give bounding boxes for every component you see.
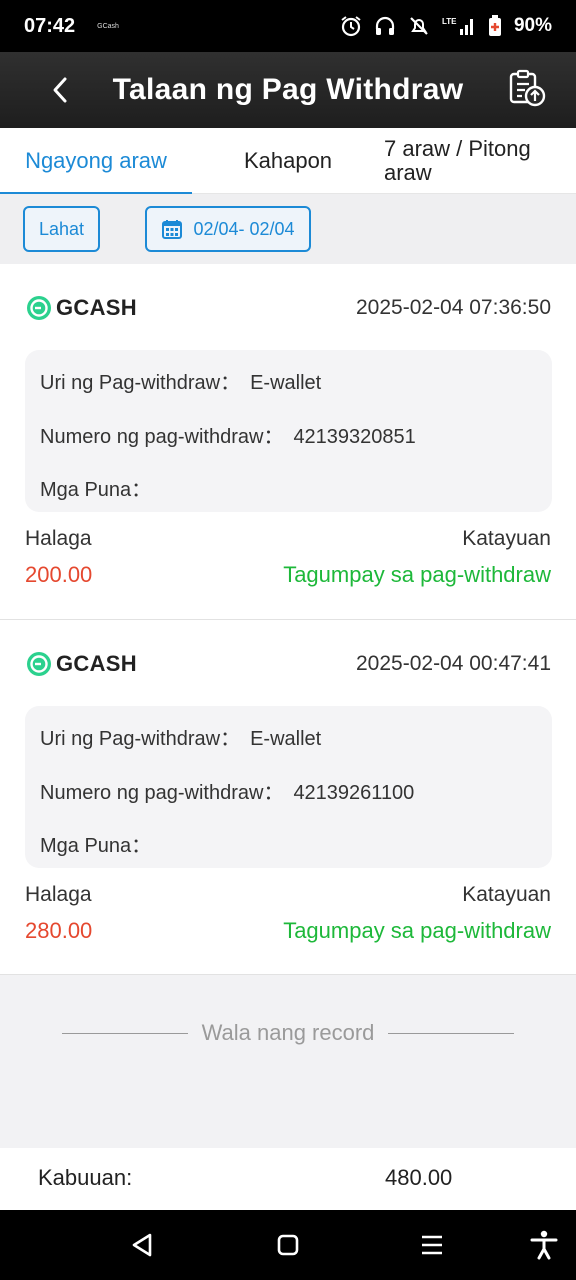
withdraw-number-label: Numero ng pag-withdraw： <box>40 426 284 448</box>
clipboard-upload-icon <box>509 69 546 107</box>
record-details: Uri ng Pag-withdraw： E-wallet Numero ng p… <box>25 350 552 512</box>
total-bar: Kabuuan: 480.00 <box>0 1148 576 1210</box>
record-datetime: 2025-02-04 00:47:41 <box>356 652 551 675</box>
home-square-icon <box>277 1234 299 1256</box>
date-range-button[interactable]: 02/04- 02/04 <box>145 206 311 252</box>
accessibility-icon <box>530 1230 558 1260</box>
withdraw-record[interactable]: GCASH 2025-02-04 07:36:50 Uri ng Pag-wit… <box>0 264 576 620</box>
record-header: GCASH 2025-02-04 07:36:50 <box>26 292 551 324</box>
withdraw-number-value: 42139261100 <box>293 782 415 804</box>
remarks-label: Mga Puna： <box>40 835 152 857</box>
withdraw-type-value: E-wallet <box>250 728 322 750</box>
svg-text:LTE: LTE <box>442 17 457 26</box>
status-value: Tagumpay sa pag-withdraw <box>283 918 551 943</box>
remarks-label: Mga Puna： <box>40 479 152 501</box>
battery-icon <box>488 15 502 37</box>
gcash-logo-icon <box>27 652 51 676</box>
divider <box>388 1032 514 1034</box>
withdraw-type-value: E-wallet <box>250 372 322 394</box>
amount-value: 280.00 <box>25 918 93 943</box>
nav-recents-button[interactable] <box>414 1227 450 1263</box>
record-header: GCASH 2025-02-04 00:47:41 <box>26 648 551 680</box>
remarks-row: Mga Puna： <box>40 829 161 858</box>
filter-row: Lahat 02/04- 02/04 <box>0 194 576 264</box>
provider-name: GCASH <box>56 651 137 676</box>
withdraw-type-label: Uri ng Pag-withdraw： <box>40 728 241 750</box>
system-nav-bar <box>0 1210 576 1280</box>
gcash-logo-icon <box>27 296 51 320</box>
remarks-row: Mga Puna： <box>40 473 161 502</box>
withdraw-number-label: Numero ng pag-withdraw： <box>40 782 284 804</box>
total-value: 480.00 <box>385 1165 453 1190</box>
date-tabs: Ngayong araw Kahapon 7 araw / Pitong ara… <box>0 128 576 195</box>
amount-value: 200.00 <box>25 562 93 587</box>
page-title: Talaan ng Pag Withdraw <box>112 73 464 106</box>
withdraw-type-label: Uri ng Pag-withdraw： <box>40 372 241 394</box>
accessibility-button[interactable] <box>526 1227 562 1263</box>
nav-back-button[interactable] <box>124 1227 160 1263</box>
app-header: Talaan ng Pag Withdraw <box>0 52 576 128</box>
alarm-icon <box>340 15 362 37</box>
divider <box>62 1032 188 1034</box>
withdraw-type-row: Uri ng Pag-withdraw： E-wallet <box>40 722 321 751</box>
withdraw-record[interactable]: GCASH 2025-02-04 00:47:41 Uri ng Pag-wit… <box>0 620 576 975</box>
withdraw-type-row: Uri ng Pag-withdraw： E-wallet <box>40 366 321 395</box>
status-label: Katayuan <box>462 883 551 906</box>
withdraw-number-row: Numero ng pag-withdraw： 42139261100 <box>40 776 414 805</box>
chevron-left-icon <box>53 77 67 103</box>
record-details: Uri ng Pag-withdraw： E-wallet Numero ng p… <box>25 706 552 868</box>
back-triangle-icon <box>132 1233 152 1257</box>
no-more-records: Wala nang record <box>62 1018 514 1048</box>
mute-icon <box>408 15 430 37</box>
amount-label: Halaga <box>25 883 92 906</box>
headphones-icon <box>374 15 396 37</box>
amount-label: Halaga <box>25 527 92 550</box>
tab-yesterday[interactable]: Kahapon <box>192 128 384 194</box>
calendar-icon <box>162 220 183 239</box>
record-datetime: 2025-02-04 07:36:50 <box>356 296 551 319</box>
lte-signal-icon: LTE <box>442 15 476 37</box>
withdraw-number-row: Numero ng pag-withdraw： 42139320851 <box>40 420 416 449</box>
battery-percent: 90% <box>513 15 552 36</box>
status-label: Katayuan <box>462 527 551 550</box>
no-more-records-text: Wala nang record <box>201 1020 375 1045</box>
provider-name: GCASH <box>56 295 137 320</box>
filter-all-button[interactable]: Lahat <box>23 206 100 252</box>
status-time: 07:42 <box>24 14 76 37</box>
tab-seven-days[interactable]: 7 araw / Pitong araw <box>384 128 576 194</box>
status-bar: 07:42 GCash LTE 90% <box>0 0 576 52</box>
total-label: Kabuuan: <box>38 1165 133 1190</box>
status-value: Tagumpay sa pag-withdraw <box>283 562 551 587</box>
export-records-button[interactable] <box>506 66 548 110</box>
date-range-label: 02/04- 02/04 <box>193 218 295 239</box>
status-icons: LTE 90% <box>340 15 552 37</box>
recents-menu-icon <box>422 1235 442 1255</box>
tab-today[interactable]: Ngayong araw <box>0 128 192 195</box>
nav-home-button[interactable] <box>270 1227 306 1263</box>
status-app-name: GCash <box>97 22 119 30</box>
withdraw-number-value: 42139320851 <box>293 426 416 448</box>
back-button[interactable] <box>44 70 76 110</box>
